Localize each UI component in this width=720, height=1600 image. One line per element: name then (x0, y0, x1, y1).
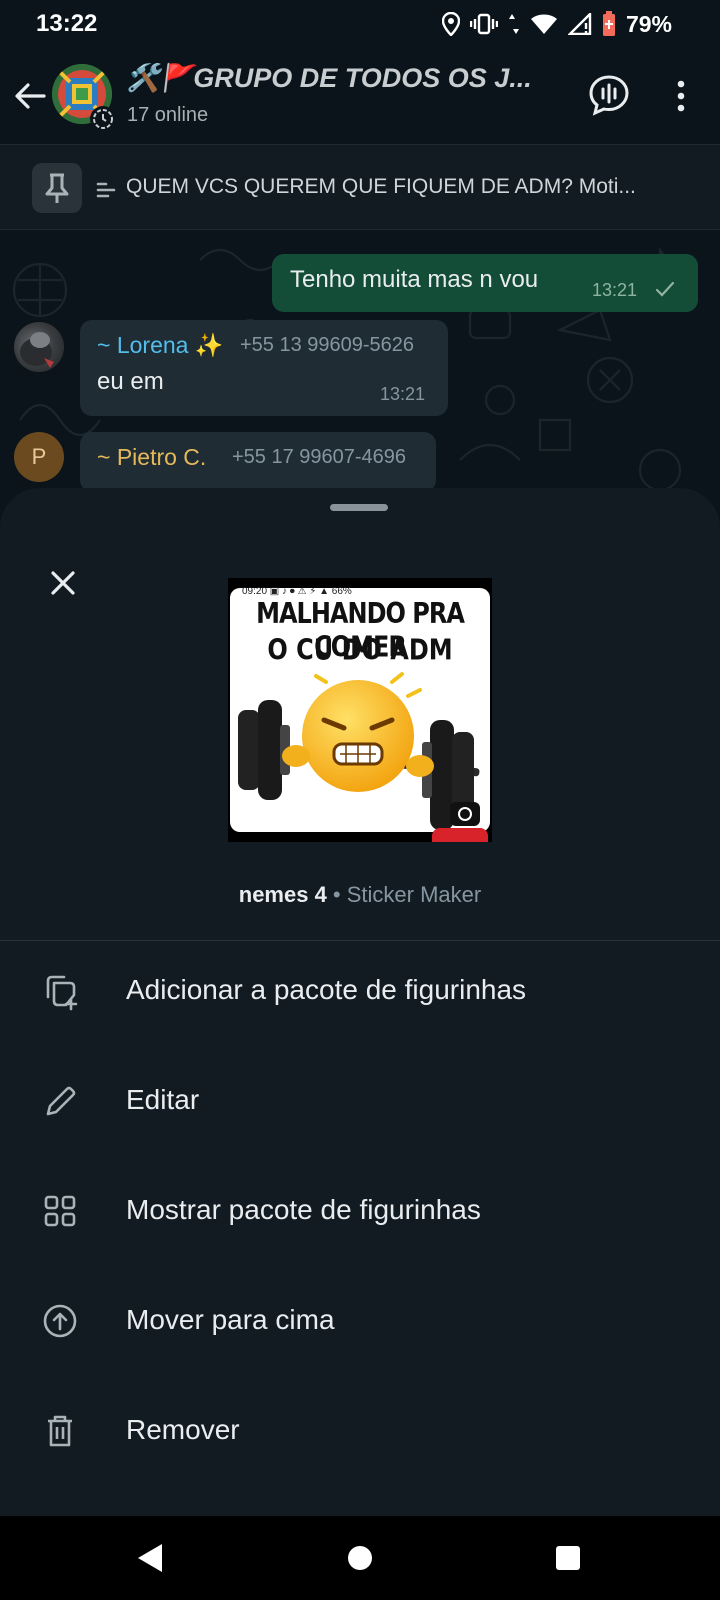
more-vert-icon[interactable] (664, 76, 698, 116)
battery-icon (602, 11, 615, 36)
message-text: Tenho muita mas n vou (290, 266, 539, 293)
back-arrow-icon[interactable] (10, 76, 50, 116)
wifi-icon (530, 14, 557, 34)
outgoing-message[interactable]: Tenho muita mas n vou 13:21 (272, 254, 698, 312)
system-nav-bar (0, 1516, 720, 1600)
menu-move-up[interactable]: Mover para cima (0, 1266, 720, 1376)
pinned-message-text: QUEM VCS QUEREM QUE FIQUEM DE ADM? Moti.… (126, 175, 636, 198)
sticker-options-sheet: 09:20 ▣ ♪ ⏺ ⚠ ⚡ ▲ 66% MALHANDO PRA COMER… (0, 488, 720, 1516)
message-time: 13:21 (592, 280, 638, 300)
pin-icon (45, 173, 69, 203)
nav-recents-button[interactable] (556, 1546, 580, 1570)
pinned-message-bar[interactable]: QUEM VCS QUEREM QUE FIQUEM DE ADM? Moti.… (0, 144, 720, 230)
menu-show-pack[interactable]: Mostrar pacote de figurinhas (0, 1156, 720, 1266)
data-arrows-icon (508, 14, 519, 34)
status-time: 13:22 (36, 10, 98, 37)
nav-home-button[interactable] (348, 1546, 372, 1570)
chat-header: 🛠️🚩GRUPO DE TODOS OS J... 17 online (0, 48, 720, 144)
menu-label: Mover para cima (126, 1304, 335, 1335)
poll-lines-icon (96, 182, 116, 198)
pin-button[interactable] (32, 163, 82, 213)
nav-back-icon[interactable] (136, 1542, 166, 1574)
sender-name[interactable]: ~ Pietro C. (97, 444, 206, 471)
incoming-message[interactable]: ~ Pietro C. +55 17 99607-4696 (80, 432, 436, 492)
sender-phone: +55 13 99609-5626 (240, 334, 415, 356)
sticker-caption-line2: O CU DO ADM (267, 633, 453, 667)
menu-label: Mostrar pacote de figurinhas (126, 1194, 481, 1225)
sticker-image: 09:20 ▣ ♪ ⏺ ⚠ ⚡ ▲ 66% MALHANDO PRA COMER… (230, 586, 490, 832)
location-icon (441, 12, 460, 36)
menu-edit[interactable]: Editar (0, 1046, 720, 1156)
voice-chat-icon[interactable] (586, 72, 632, 118)
vibrate-icon (469, 13, 498, 35)
message-time: 13:21 (380, 384, 426, 404)
sticker-red-corner (432, 828, 488, 842)
sender-phone: +55 17 99607-4696 (232, 446, 407, 468)
arrow-up-circle-icon (43, 1304, 77, 1338)
menu-label: Adicionar a pacote de figurinhas (126, 974, 527, 1005)
drag-handle[interactable] (330, 504, 388, 511)
status-icons: 79% (441, 8, 672, 40)
grid-icon (44, 1195, 76, 1227)
chat-area: Tenho muita mas n vou 13:21 ~ Lorena ✨ +… (0, 230, 720, 500)
trash-icon (48, 1415, 72, 1447)
pack-app: Sticker Maker (346, 882, 482, 907)
group-title[interactable]: 🛠️🚩GRUPO DE TODOS OS J... (126, 62, 566, 94)
sender-name[interactable]: ~ Lorena ✨ (97, 332, 223, 359)
weightlifting-emoji-art (238, 672, 480, 830)
sticker-pack-info: nemes 4 • Sticker Maker (0, 882, 720, 908)
menu-label: Remover (126, 1414, 240, 1445)
sticker-preview: 09:20 ▣ ♪ ⏺ ⚠ ⚡ ▲ 66% MALHANDO PRA COMER… (228, 578, 492, 842)
menu-remove[interactable]: Remover (0, 1376, 720, 1486)
incoming-message[interactable]: ~ Lorena ✨ +55 13 99609-5626 eu em 13:21 (80, 320, 448, 416)
status-timer-icon (90, 106, 116, 132)
battery-percentage: 79% (625, 10, 672, 37)
add-sticker-icon (46, 975, 78, 1011)
menu-add-to-pack[interactable]: Adicionar a pacote de figurinhas (0, 936, 720, 1046)
message-text: eu em (97, 368, 164, 395)
cell-signal-icon (567, 13, 592, 35)
close-icon[interactable] (40, 560, 86, 606)
pack-name: nemes 4 (238, 882, 327, 907)
sent-check-icon (655, 281, 675, 297)
pack-separator: • (326, 882, 347, 907)
sticker-status-text: 09:20 ▣ ♪ ⏺ ⚠ ⚡ ▲ 66% (242, 586, 352, 597)
menu-label: Editar (126, 1084, 200, 1115)
status-bar: 13:22 79% (0, 0, 720, 48)
avatar-pietro[interactable]: P (14, 432, 64, 482)
online-count: 17 online (127, 104, 209, 126)
pencil-icon (46, 1086, 76, 1116)
avatar-lorena[interactable] (14, 322, 64, 372)
